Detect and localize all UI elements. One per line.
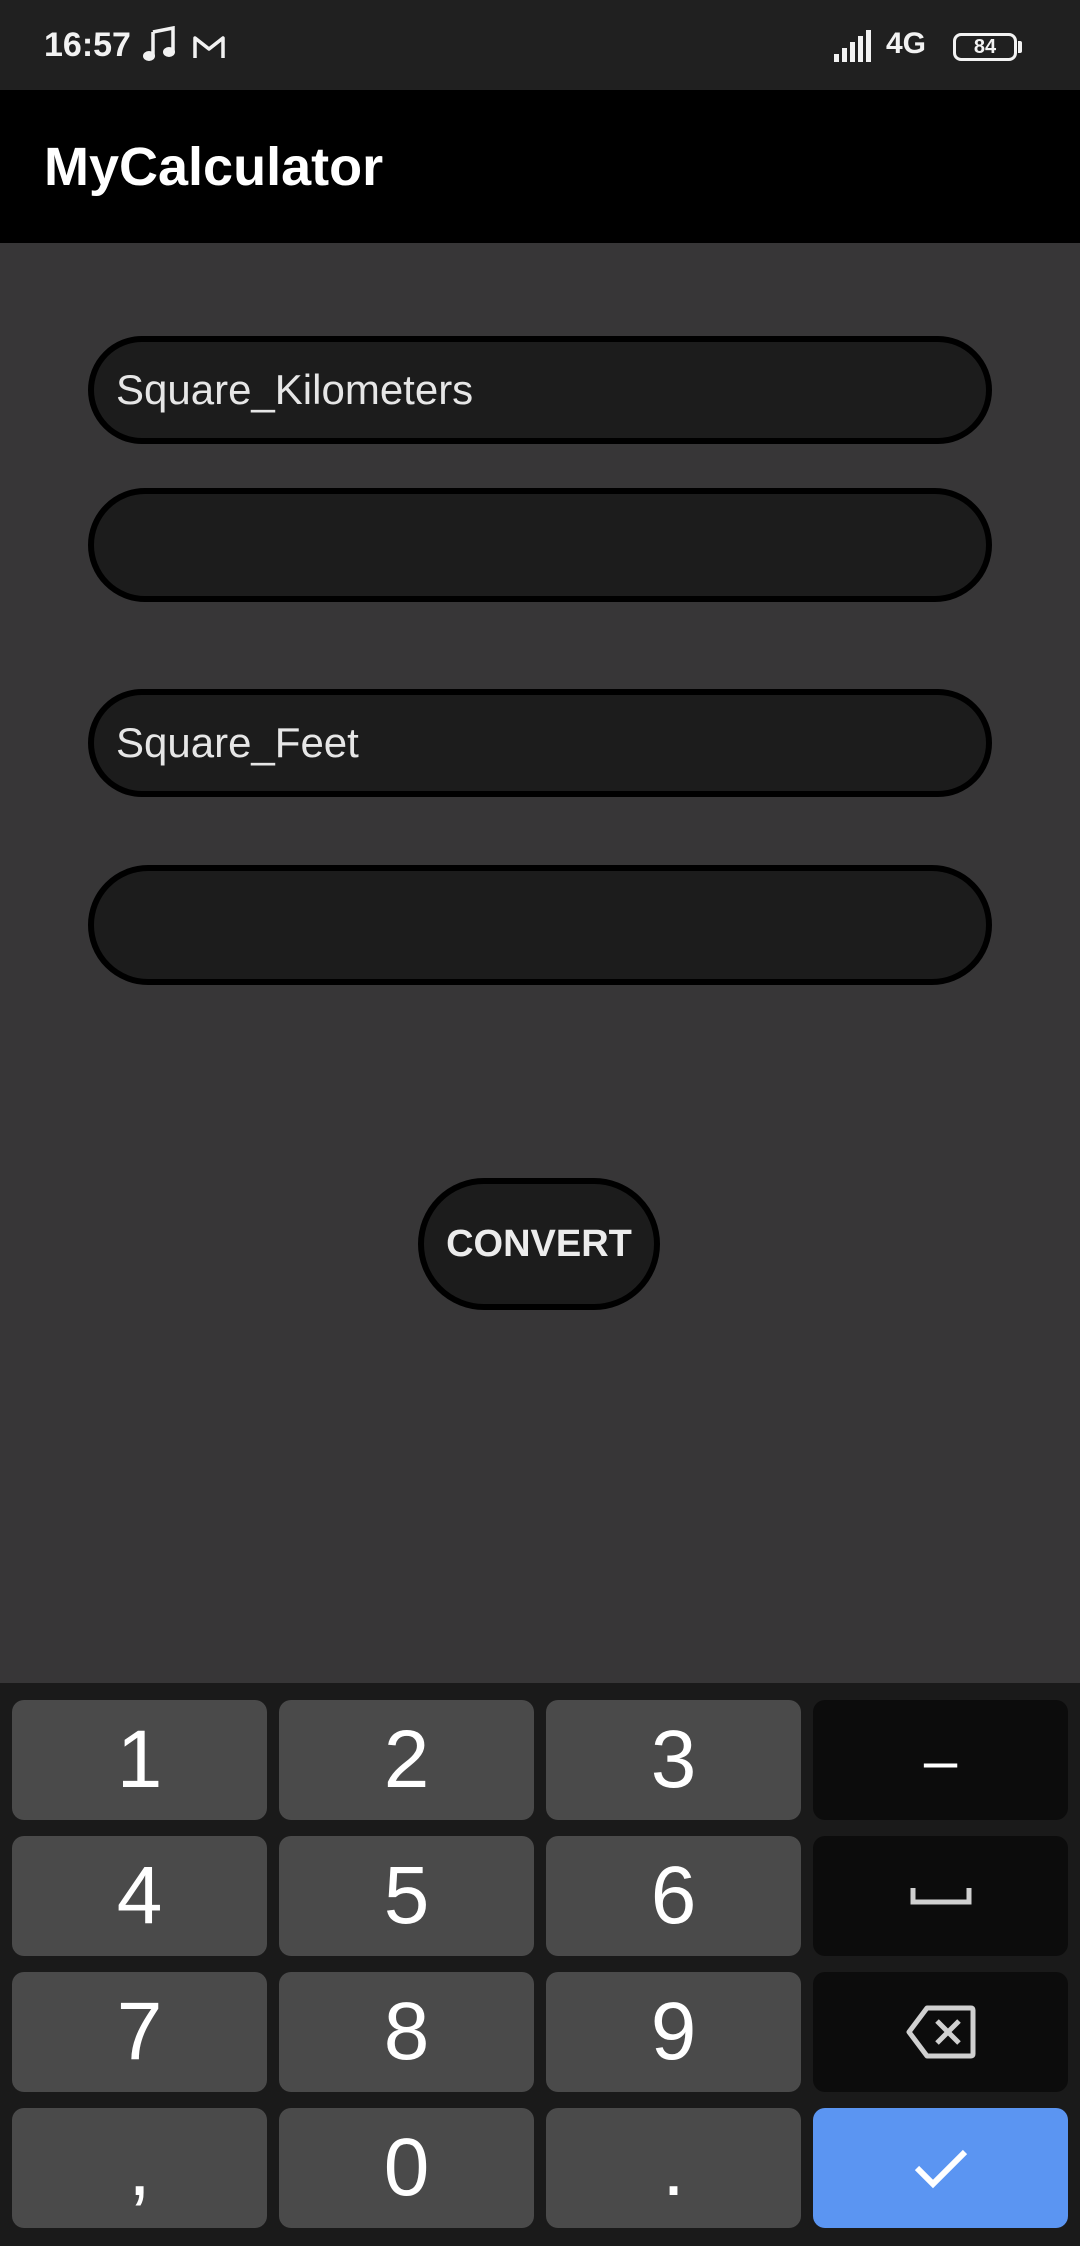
app-bar: MyCalculator [0,90,1080,243]
convert-button[interactable]: CONVERT [418,1178,660,1310]
key-9[interactable]: 9 [546,1972,801,2092]
key-3[interactable]: 3 [546,1700,801,1820]
music-note-icon [143,25,177,67]
key-4[interactable]: 4 [12,1836,267,1956]
gmail-icon [192,34,226,65]
to-value-output[interactable] [88,865,992,985]
key-comma[interactable]: , [12,2108,267,2228]
key-space[interactable] [813,1836,1068,1956]
status-time: 16:57 [44,26,131,64]
from-unit-field[interactable]: Square_Kilometers [88,336,992,444]
space-icon [910,1888,971,1905]
network-type: 4G [886,27,927,60]
status-bar: 16:57 4G 84 [0,0,1080,90]
key-8[interactable]: 8 [279,1972,534,2092]
signal-icon [832,30,876,69]
check-icon [914,2149,967,2189]
from-value-input[interactable] [88,488,992,602]
key-7[interactable]: 7 [12,1972,267,2092]
key-6[interactable]: 6 [546,1836,801,1956]
backspace-icon [906,2005,975,2059]
battery-icon: 84 [953,33,1017,61]
key-2[interactable]: 2 [279,1700,534,1820]
key-done[interactable] [813,2108,1068,2228]
key-0[interactable]: 0 [279,2108,534,2228]
key-minus[interactable]: – [813,1700,1068,1820]
key-1[interactable]: 1 [12,1700,267,1820]
battery-tip [1018,41,1022,53]
numeric-keyboard: 1 2 3 – 4 5 6 7 8 9 , 0 . [0,1683,1080,2246]
key-backspace[interactable] [813,1972,1068,2092]
app-title: MyCalculator [44,137,384,197]
key-period[interactable]: . [546,2108,801,2228]
key-5[interactable]: 5 [279,1836,534,1956]
to-unit-field[interactable]: Square_Feet [88,689,992,797]
